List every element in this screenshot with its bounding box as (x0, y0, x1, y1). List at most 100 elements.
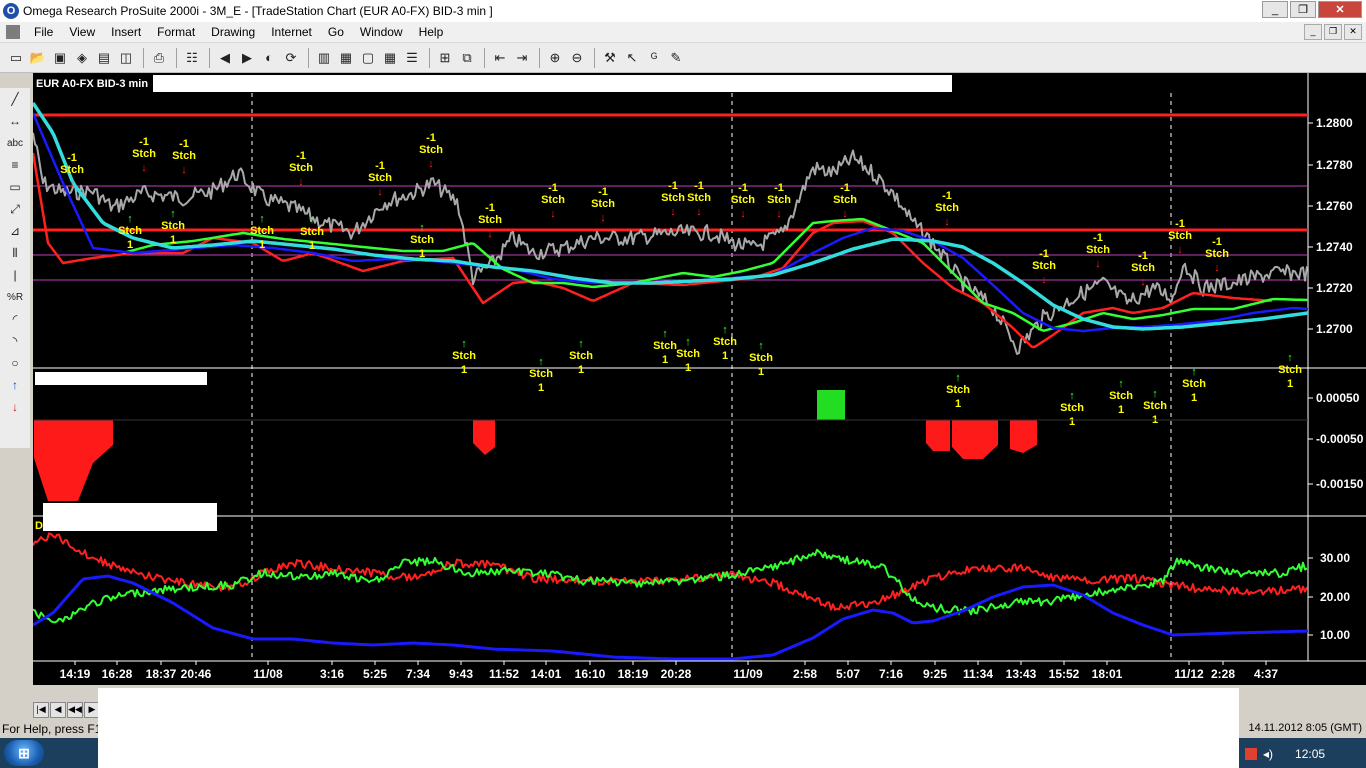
window-title: Omega Research ProSuite 2000i - 3M_E - [… (23, 4, 493, 18)
zoom-in-icon[interactable]: ⊕ (545, 48, 565, 68)
cascade-icon[interactable]: ⧉ (457, 48, 477, 68)
grid-icon[interactable]: ▦ (380, 48, 400, 68)
sell-arrow: ↓ (1095, 258, 1101, 270)
buy-arrow: ↑ (170, 208, 176, 220)
open-workspace-icon[interactable]: ◈ (72, 48, 92, 68)
maximize-button[interactable]: ❐ (1290, 1, 1316, 18)
buy-signal-label: 1 (1287, 378, 1293, 390)
time-axis-label: 11/12 (1174, 667, 1204, 681)
up-arrow-icon[interactable]: ↑ (3, 374, 27, 396)
volume-icon[interactable]: ◂) (1263, 747, 1273, 761)
gann-icon[interactable]: ᴳ (644, 48, 664, 68)
buy-arrow: ↑ (955, 372, 961, 384)
time-axis-label: 7:16 (879, 667, 903, 681)
menu-insert[interactable]: Insert (103, 25, 149, 39)
gann-lines-icon[interactable]: ⦀ (3, 242, 27, 264)
minimize-button[interactable]: _ (1262, 1, 1288, 18)
sell-signal-label: Stch (591, 198, 615, 210)
buy-signal-label: 1 (758, 366, 764, 378)
horizontal-line-icon[interactable]: ↔ (3, 110, 27, 132)
radar-icon[interactable]: ▦ (336, 48, 356, 68)
percent-retracement-icon[interactable]: %R (3, 286, 27, 308)
speed-lines-icon[interactable]: | (3, 264, 27, 286)
close-button[interactable]: ✕ (1318, 1, 1362, 18)
print-icon[interactable]: ⎙ (149, 48, 169, 68)
trend-line-icon[interactable]: ⤢ (3, 198, 27, 220)
window-icon[interactable]: ▢ (358, 48, 378, 68)
arc-icon[interactable]: ◝ (3, 330, 27, 352)
buy-arrow: ↑ (685, 336, 691, 348)
menu-view[interactable]: View (61, 25, 103, 39)
buy-signal-label: Stch (713, 336, 737, 348)
sell-signal-label: -1 (694, 180, 704, 192)
menu-internet[interactable]: Internet (263, 25, 320, 39)
oscillator-negative-area (473, 420, 495, 455)
tools-icon[interactable]: ⚒ (600, 48, 620, 68)
mdi-minimize-button[interactable]: _ (1304, 24, 1322, 40)
list-icon[interactable]: ☰ (402, 48, 422, 68)
chart-analysis-icon[interactable]: ▥ (314, 48, 334, 68)
new-icon[interactable]: ▭ (6, 48, 26, 68)
buy-signal-label: Stch (676, 348, 700, 360)
mdi-close-button[interactable]: ✕ (1344, 24, 1362, 40)
menu-file[interactable]: File (26, 25, 61, 39)
fibonacci-arc-icon[interactable]: ◜ (3, 308, 27, 330)
mdi-restore-button[interactable]: ❐ (1324, 24, 1342, 40)
rectangle-icon[interactable]: ▭ (3, 176, 27, 198)
text-icon[interactable]: abc (3, 132, 27, 154)
buy-arrow: ↑ (538, 356, 544, 368)
buy-signal-label: Stch (118, 225, 142, 237)
nav-first-button[interactable]: |◀ (33, 702, 49, 718)
menu-help[interactable]: Help (411, 25, 452, 39)
chart-canvas[interactable]: -1Stch↓-1Stch↓-1Stch↓-1Stch↓-1Stch↓-1Stc… (31, 73, 1366, 685)
menu-drawing[interactable]: Drawing (203, 25, 263, 39)
dmi-minus-line (32, 532, 1308, 611)
save-workspace-icon[interactable]: ▤ (94, 48, 114, 68)
vertical-lines-icon[interactable]: ≡ (3, 154, 27, 176)
buy-arrow: ↑ (461, 338, 467, 350)
menu-go[interactable]: Go (320, 25, 352, 39)
back-icon[interactable]: ◀ (215, 48, 235, 68)
start-button[interactable]: ⊞ (4, 740, 44, 766)
properties-icon[interactable]: ☷ (182, 48, 202, 68)
flag-icon[interactable] (1245, 748, 1257, 760)
nav-rewind-button[interactable]: ◀◀ (67, 702, 83, 718)
pointer-icon[interactable]: ↖ (622, 48, 642, 68)
sell-arrow: ↓ (1177, 244, 1183, 256)
sell-signal-label: Stch (1086, 244, 1110, 256)
sell-signal-label: -1 (1138, 250, 1148, 262)
chart-window[interactable]: -1 Stch ↓ -1 Stch ↓ -1 Stch ↓ -1 Stch ↓ -1 Stch ↓ -1 Stc… (31, 73, 1366, 685)
buy-signal-label: 1 (419, 248, 425, 260)
tile-icon[interactable]: ⊞ (435, 48, 455, 68)
zoom-out-icon[interactable]: ⊖ (567, 48, 587, 68)
open-icon[interactable]: 📂 (28, 48, 48, 68)
print-preview-icon[interactable]: ◫ (116, 48, 136, 68)
scroll-right-icon[interactable]: ⇥ (512, 48, 532, 68)
buy-arrow: ↑ (662, 328, 668, 340)
menu-format[interactable]: Format (149, 25, 203, 39)
sell-signal-label: -1 (598, 186, 608, 198)
refresh-icon[interactable]: ⟳ (281, 48, 301, 68)
hat-icon[interactable]: ✎ (666, 48, 686, 68)
pen-icon[interactable]: ╱ (3, 88, 27, 110)
nav-prev-button[interactable]: ◀ (50, 702, 66, 718)
sell-arrow: ↓ (550, 208, 556, 220)
sell-signal-label: Stch (1168, 230, 1192, 242)
menu-window[interactable]: Window (352, 25, 411, 39)
sell-arrow: ↓ (740, 208, 746, 220)
ellipse-icon[interactable]: ○ (3, 352, 27, 374)
buy-arrow: ↑ (309, 214, 315, 226)
forward-icon[interactable]: ▶ (237, 48, 257, 68)
save-icon[interactable]: ▣ (50, 48, 70, 68)
oscillator-positive-area (817, 390, 845, 420)
document-icon[interactable] (6, 25, 20, 39)
price-axis-label: 1.2740 (1316, 240, 1353, 254)
buy-arrow: ↑ (419, 222, 425, 234)
sell-signal-label: Stch (541, 194, 565, 206)
format-icon[interactable]: ◐ (259, 48, 279, 68)
scroll-left-icon[interactable]: ⇤ (490, 48, 510, 68)
sell-arrow: ↓ (842, 208, 848, 220)
fan-line-icon[interactable]: ⊿ (3, 220, 27, 242)
buy-arrow: ↑ (1118, 378, 1124, 390)
down-arrow-icon[interactable]: ↓ (3, 396, 27, 418)
